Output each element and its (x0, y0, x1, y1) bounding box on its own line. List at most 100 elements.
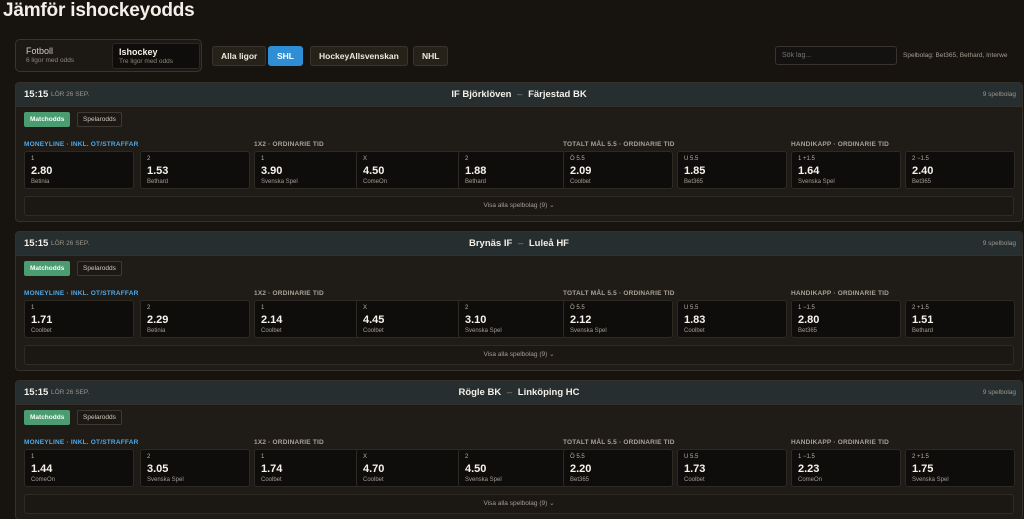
odd-value: 2.80 (798, 314, 820, 326)
league-nhl-button[interactable]: NHL (413, 46, 449, 66)
odd-bookmaker: Coolbet (684, 328, 705, 334)
sport-name: Fotboll (26, 46, 54, 56)
odd-bookmaker: Bethard (912, 328, 934, 334)
odd-value: 2.09 (570, 165, 592, 177)
odd-away-1x2[interactable]: 2 1.88 Bethard (458, 151, 568, 189)
odd-value: 2.23 (798, 463, 820, 475)
odd-label: 1 (31, 156, 35, 162)
odd-label: U 5.5 (684, 454, 699, 460)
match-teams[interactable]: IF Björklöven – Färjestad BK (16, 89, 1022, 100)
odd-away-1x2[interactable]: 2 4.50 Svenska Spel (458, 449, 568, 487)
odd-over[interactable]: Ö 5.5 2.12 Svenska Spel (563, 300, 673, 338)
odd-away-1x2[interactable]: 2 3.10 Svenska Spel (458, 300, 568, 338)
odd-value: 3.05 (147, 463, 169, 475)
odd-bookmaker: Bet365 (570, 477, 590, 483)
odd-bookmaker: Coolbet (363, 477, 384, 483)
show-all-bookmakers-button[interactable]: Visa alla spelbolag (9) ⌄ (24, 196, 1014, 216)
market-label: TOTALT MÅL 5.5 · ORDINARIE TID (563, 290, 675, 297)
odd-label: 1 −1.5 (798, 454, 815, 460)
odd-bookmaker: Bethard (147, 179, 169, 185)
odd-value: 1.71 (31, 314, 53, 326)
team-search-input[interactable] (775, 46, 897, 65)
away-team: Färjestad BK (528, 89, 587, 100)
odd-home-1x2[interactable]: 1 2.14 Coolbet (254, 300, 364, 338)
odd-label: X (363, 305, 368, 311)
odd-label: 1 −1.5 (798, 305, 815, 311)
odd-label: 2 +1.5 (912, 454, 929, 460)
odd-away-ml[interactable]: 2 3.05 Svenska Spel (140, 449, 250, 487)
odd-home-ml[interactable]: 1 1.71 Coolbet (24, 300, 134, 338)
odd-bookmaker: Coolbet (261, 477, 282, 483)
odd-bookmaker: Bet365 (684, 179, 704, 185)
league-hockeyallsvenskan-button[interactable]: HockeyAllsvenskan (310, 46, 408, 66)
odd-handicap-away[interactable]: 2 +1.5 1.51 Bethard (905, 300, 1015, 338)
odd-away-ml[interactable]: 2 2.29 Betinia (140, 300, 250, 338)
odd-home-ml[interactable]: 1 1.44 ComeOn (24, 449, 134, 487)
odd-label: X (363, 454, 368, 460)
match-card: 15:15 LÖR 26 SEP. Brynäs IF – Luleå HF 9… (15, 231, 1023, 371)
odd-over[interactable]: Ö 5.5 2.20 Bet365 (563, 449, 673, 487)
odd-value: 2.12 (570, 314, 592, 326)
league-all-button[interactable]: Alla ligor (212, 46, 267, 66)
tab-spelarodds[interactable]: Spelarodds (77, 410, 122, 425)
odd-under[interactable]: U 5.5 1.85 Bet365 (677, 151, 787, 189)
odd-value: 2.20 (570, 463, 592, 475)
tab-spelarodds[interactable]: Spelarodds (77, 112, 122, 127)
odd-label: 2 (465, 305, 469, 311)
match-header: 15:15 LÖR 26 SEP. Rögle BK – Linköping H… (16, 381, 1022, 405)
market-label: MONEYLINE · INKL. OT/STRAFFAR (24, 141, 139, 148)
odd-away-ml[interactable]: 2 1.53 Bethard (140, 151, 250, 189)
odd-value: 4.50 (363, 165, 385, 177)
odd-value: 1.53 (147, 165, 169, 177)
show-all-bookmakers-button[interactable]: Visa alla spelbolag (9) ⌄ (24, 345, 1014, 365)
match-teams[interactable]: Brynäs IF – Luleå HF (16, 238, 1022, 249)
market-label: 1X2 · ORDINARIE TID (254, 439, 324, 446)
odd-home-1x2[interactable]: 1 3.90 Svenska Spel (254, 151, 364, 189)
team-separator: – (506, 387, 513, 398)
odd-draw-1x2[interactable]: X 4.70 Coolbet (356, 449, 466, 487)
tab-matchodds[interactable]: Matchodds (24, 112, 71, 127)
sport-sub: 6 ligor med odds (26, 57, 75, 64)
odd-under[interactable]: U 5.5 1.83 Coolbet (677, 300, 787, 338)
odd-handicap-home[interactable]: 1 −1.5 2.23 ComeOn (791, 449, 901, 487)
odd-over[interactable]: Ö 5.5 2.09 Coolbet (563, 151, 673, 189)
odd-handicap-away[interactable]: 2 +1.5 1.75 Svenska Spel (905, 449, 1015, 487)
odd-bookmaker: Betinia (147, 328, 166, 334)
odd-label: Ö 5.5 (570, 454, 585, 460)
filter-bar: Fotboll 6 ligor med odds Ishockey Tre li… (15, 39, 1024, 73)
odd-label: 1 (261, 454, 265, 460)
match-teams[interactable]: Rögle BK – Linköping HC (16, 387, 1022, 398)
odd-label: 2 (465, 454, 469, 460)
tab-matchodds[interactable]: Matchodds (24, 261, 71, 276)
odd-value: 4.45 (363, 314, 385, 326)
team-separator: – (517, 238, 524, 249)
odd-label: 2 (147, 454, 151, 460)
league-shl-button[interactable]: SHL (268, 46, 303, 66)
tab-matchodds[interactable]: Matchodds (24, 410, 71, 425)
sport-switch: Fotboll 6 ligor med odds Ishockey Tre li… (15, 39, 202, 72)
odd-draw-1x2[interactable]: X 4.50 ComeOn (356, 151, 466, 189)
odd-handicap-home[interactable]: 1 −1.5 2.80 Bet365 (791, 300, 901, 338)
odd-value: 4.50 (465, 463, 487, 475)
market-label: 1X2 · ORDINARIE TID (254, 290, 324, 297)
odd-bookmaker: Svenska Spel (261, 179, 298, 185)
odd-value: 1.73 (684, 463, 706, 475)
odd-value: 3.90 (261, 165, 283, 177)
odd-value: 1.75 (912, 463, 934, 475)
tab-spelarodds[interactable]: Spelarodds (77, 261, 122, 276)
odd-bookmaker: Svenska Spel (912, 477, 949, 483)
odd-home-1x2[interactable]: 1 1.74 Coolbet (254, 449, 364, 487)
odd-draw-1x2[interactable]: X 4.45 Coolbet (356, 300, 466, 338)
sport-icehockey[interactable]: Ishockey Tre ligor med odds (112, 43, 200, 69)
odd-under[interactable]: U 5.5 1.73 Coolbet (677, 449, 787, 487)
show-all-bookmakers-button[interactable]: Visa alla spelbolag (9) ⌄ (24, 494, 1014, 514)
odd-home-ml[interactable]: 1 2.80 Betinia (24, 151, 134, 189)
odd-bookmaker: Coolbet (363, 328, 384, 334)
odd-handicap-home[interactable]: 1 +1.5 1.64 Svenska Spel (791, 151, 901, 189)
odd-bookmaker: Betinia (31, 179, 50, 185)
odd-value: 1.64 (798, 165, 820, 177)
sport-football[interactable]: Fotboll 6 ligor med odds (20, 43, 104, 69)
match-card: 15:15 LÖR 26 SEP. IF Björklöven – Färjes… (15, 82, 1023, 222)
odd-label: 2 (147, 305, 151, 311)
odd-handicap-away[interactable]: 2 −1.5 2.40 Bet365 (905, 151, 1015, 189)
